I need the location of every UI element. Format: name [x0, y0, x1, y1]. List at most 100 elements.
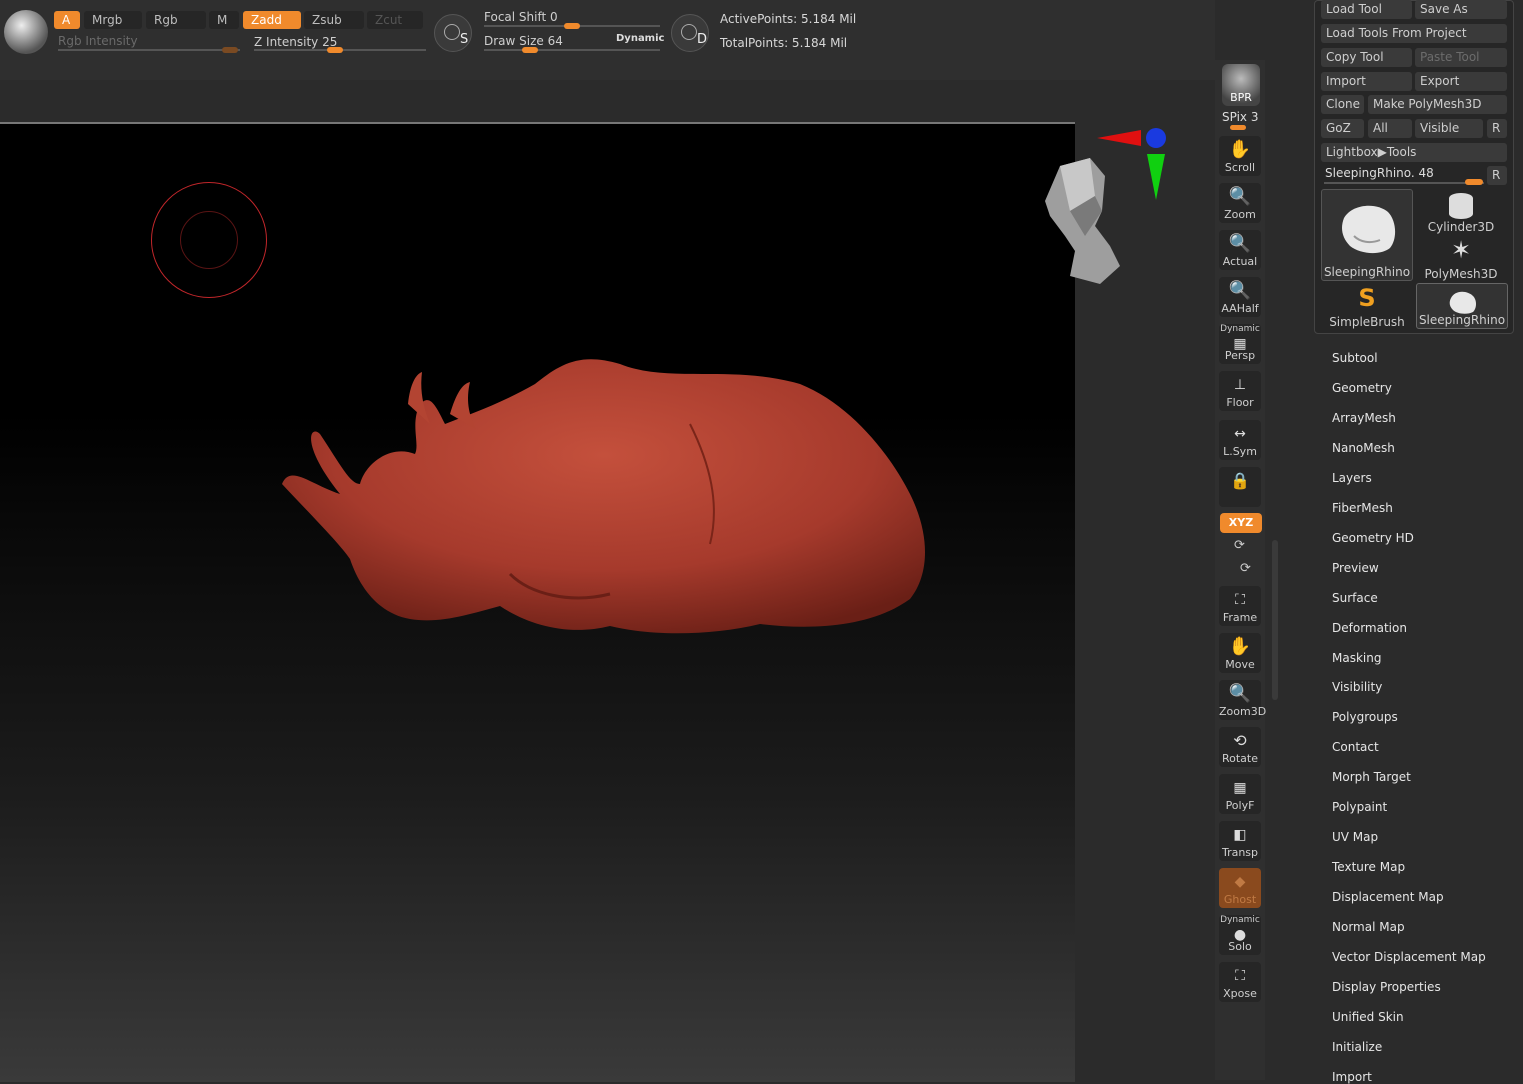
canvas-viewport[interactable] [0, 122, 1166, 1082]
transp-button[interactable]: ◧ Transp [1219, 821, 1261, 861]
dynamic-toggle[interactable]: Dynamic [616, 33, 664, 44]
z-intensity-knob[interactable] [327, 47, 343, 53]
rhino-thumb-icon [1342, 205, 1396, 254]
menu-item-nanomesh[interactable]: NanoMesh [1332, 441, 1395, 455]
axis-gizmo-icon[interactable] [1093, 124, 1173, 204]
draw-size-knob[interactable] [522, 47, 538, 53]
ghost-button[interactable]: ◆ Ghost [1219, 868, 1261, 908]
menu-item-deformation[interactable]: Deformation [1332, 621, 1407, 635]
material-sphere-icon[interactable] [4, 10, 48, 54]
actual-button[interactable]: 🔍 Actual [1219, 230, 1261, 270]
menu-item-displacement-map[interactable]: Displacement Map [1332, 890, 1444, 904]
camera-lock-button[interactable]: 🔒 [1219, 467, 1261, 507]
bpr-label: BPR [1230, 91, 1252, 104]
rotate-button[interactable]: ⟲ Rotate [1219, 727, 1261, 767]
floor-button[interactable]: ⊥ Floor [1219, 371, 1261, 411]
move-button[interactable]: ✋ Move [1219, 633, 1261, 673]
zoom-button[interactable]: 🔍 Zoom [1219, 183, 1261, 223]
shelf-scrollbar[interactable] [1272, 540, 1278, 700]
menu-item-polypaint[interactable]: Polypaint [1332, 800, 1387, 814]
lightbox-tools-button[interactable]: Lightbox▶Tools [1321, 143, 1507, 162]
zsub-button[interactable]: Zsub [304, 11, 364, 29]
import-button[interactable]: Import [1321, 72, 1412, 91]
mrgb-button[interactable]: Mrgb [84, 11, 142, 29]
rgb-intensity-slider[interactable] [58, 49, 240, 51]
menu-item-visibility[interactable]: Visibility [1332, 680, 1382, 694]
solo-dynamic-label: Dynamic [1220, 915, 1260, 925]
xyz-button[interactable]: XYZ [1220, 513, 1262, 533]
zoom3d-button[interactable]: 🔍 Zoom3D [1219, 680, 1266, 720]
tool-thumb-sleepingrhino[interactable]: SleepingRhino [1321, 189, 1413, 281]
polyf-button[interactable]: ▦ PolyF [1219, 774, 1261, 814]
lsym-label: L.Sym [1223, 445, 1257, 458]
bpr-button[interactable]: BPR [1222, 64, 1260, 106]
m-button[interactable]: M [209, 11, 239, 29]
menu-item-import[interactable]: Import [1332, 1070, 1372, 1084]
export-button[interactable]: Export [1415, 72, 1507, 91]
make-polymesh-button[interactable]: Make PolyMesh3D [1368, 95, 1507, 114]
rgb-button[interactable]: Rgb [146, 11, 206, 29]
menu-item-initialize[interactable]: Initialize [1332, 1040, 1382, 1054]
tool-thumb-polymesh3d[interactable]: ✶ PolyMesh3D [1415, 236, 1507, 282]
menu-item-arraymesh[interactable]: ArrayMesh [1332, 411, 1396, 425]
xpose-button[interactable]: ⛶ Xpose [1219, 962, 1261, 1002]
a-button[interactable]: A [54, 11, 80, 29]
solo-button[interactable]: Dynamic ● Solo [1219, 915, 1261, 955]
floor-icon: ⊥ [1233, 377, 1247, 393]
menu-item-unified-skin[interactable]: Unified Skin [1332, 1010, 1404, 1024]
menu-item-preview[interactable]: Preview [1332, 561, 1379, 575]
brush-circle-icon [444, 24, 460, 40]
hand-icon: ✋ [1228, 139, 1252, 160]
active-points: ActivePoints: 5.184 Mil [720, 12, 857, 26]
load-tool-button[interactable]: Load Tool [1321, 0, 1412, 19]
menu-item-polygroups[interactable]: Polygroups [1332, 710, 1398, 724]
draw-size-slider[interactable] [484, 49, 660, 51]
spix-label[interactable]: SPix 3 [1222, 110, 1259, 124]
menu-item-display-properties[interactable]: Display Properties [1332, 980, 1441, 994]
zcut-button[interactable]: Zcut [367, 11, 423, 29]
xpose-label: Xpose [1223, 987, 1257, 1000]
scroll-button[interactable]: ✋ Scroll [1219, 136, 1261, 176]
tool-thumb-sleepingrhino-2[interactable]: SleepingRhino [1416, 283, 1508, 329]
rotate-z-icon[interactable]: ⟳ [1240, 561, 1251, 576]
spix-slider-knob[interactable] [1230, 125, 1246, 130]
r-button-2[interactable]: R [1487, 166, 1507, 185]
menu-item-morph-target[interactable]: Morph Target [1332, 770, 1411, 784]
rgb-intensity-knob[interactable] [222, 47, 238, 53]
menu-item-uv-map[interactable]: UV Map [1332, 830, 1378, 844]
menu-item-normal-map[interactable]: Normal Map [1332, 920, 1405, 934]
menu-item-contact[interactable]: Contact [1332, 740, 1379, 754]
rgb-intensity-label: Rgb Intensity [58, 34, 138, 48]
menu-item-vector-displacement-map[interactable]: Vector Displacement Map [1332, 950, 1486, 964]
frame-button[interactable]: ⛶ Frame [1219, 586, 1261, 626]
tool-thumb-cylinder3d[interactable]: Cylinder3D [1415, 189, 1507, 235]
tool-thumb-simplebrush[interactable]: S SimpleBrush [1321, 284, 1413, 330]
menu-item-geometry[interactable]: Geometry [1332, 381, 1392, 395]
menu-item-masking[interactable]: Masking [1332, 651, 1381, 665]
menu-item-subtool[interactable]: Subtool [1332, 351, 1378, 365]
lsym-button[interactable]: ↔ L.Sym [1219, 420, 1261, 460]
copy-tool-button[interactable]: Copy Tool [1321, 48, 1412, 67]
menu-item-surface[interactable]: Surface [1332, 591, 1378, 605]
visible-button[interactable]: Visible [1415, 119, 1483, 138]
rotate-y-icon[interactable]: ⟳ [1234, 538, 1245, 553]
persp-button[interactable]: Dynamic ▦ Persp [1219, 324, 1261, 364]
paste-tool-button[interactable]: Paste Tool [1415, 48, 1507, 67]
aahalf-button[interactable]: 🔍 AAHalf [1219, 277, 1261, 317]
r-button[interactable]: R [1487, 119, 1507, 138]
all-button[interactable]: All [1368, 119, 1412, 138]
save-as-button[interactable]: Save As [1415, 0, 1507, 19]
menu-item-texture-map[interactable]: Texture Map [1332, 860, 1405, 874]
zadd-button[interactable]: Zadd [243, 11, 301, 29]
menu-item-geometry-hd[interactable]: Geometry HD [1332, 531, 1414, 545]
load-tools-from-project-button[interactable]: Load Tools From Project [1321, 24, 1507, 43]
focal-shift-knob[interactable] [564, 23, 580, 29]
clone-button[interactable]: Clone [1321, 95, 1364, 114]
goz-button[interactable]: GoZ [1321, 119, 1364, 138]
rhino-model[interactable] [270, 344, 940, 644]
menu-item-layers[interactable]: Layers [1332, 471, 1372, 485]
current-tool-slider[interactable] [1324, 182, 1484, 184]
current-tool-slider-knob[interactable] [1465, 179, 1483, 185]
menu-item-fibermesh[interactable]: FiberMesh [1332, 501, 1393, 515]
brush-cursor-inner [180, 211, 238, 269]
